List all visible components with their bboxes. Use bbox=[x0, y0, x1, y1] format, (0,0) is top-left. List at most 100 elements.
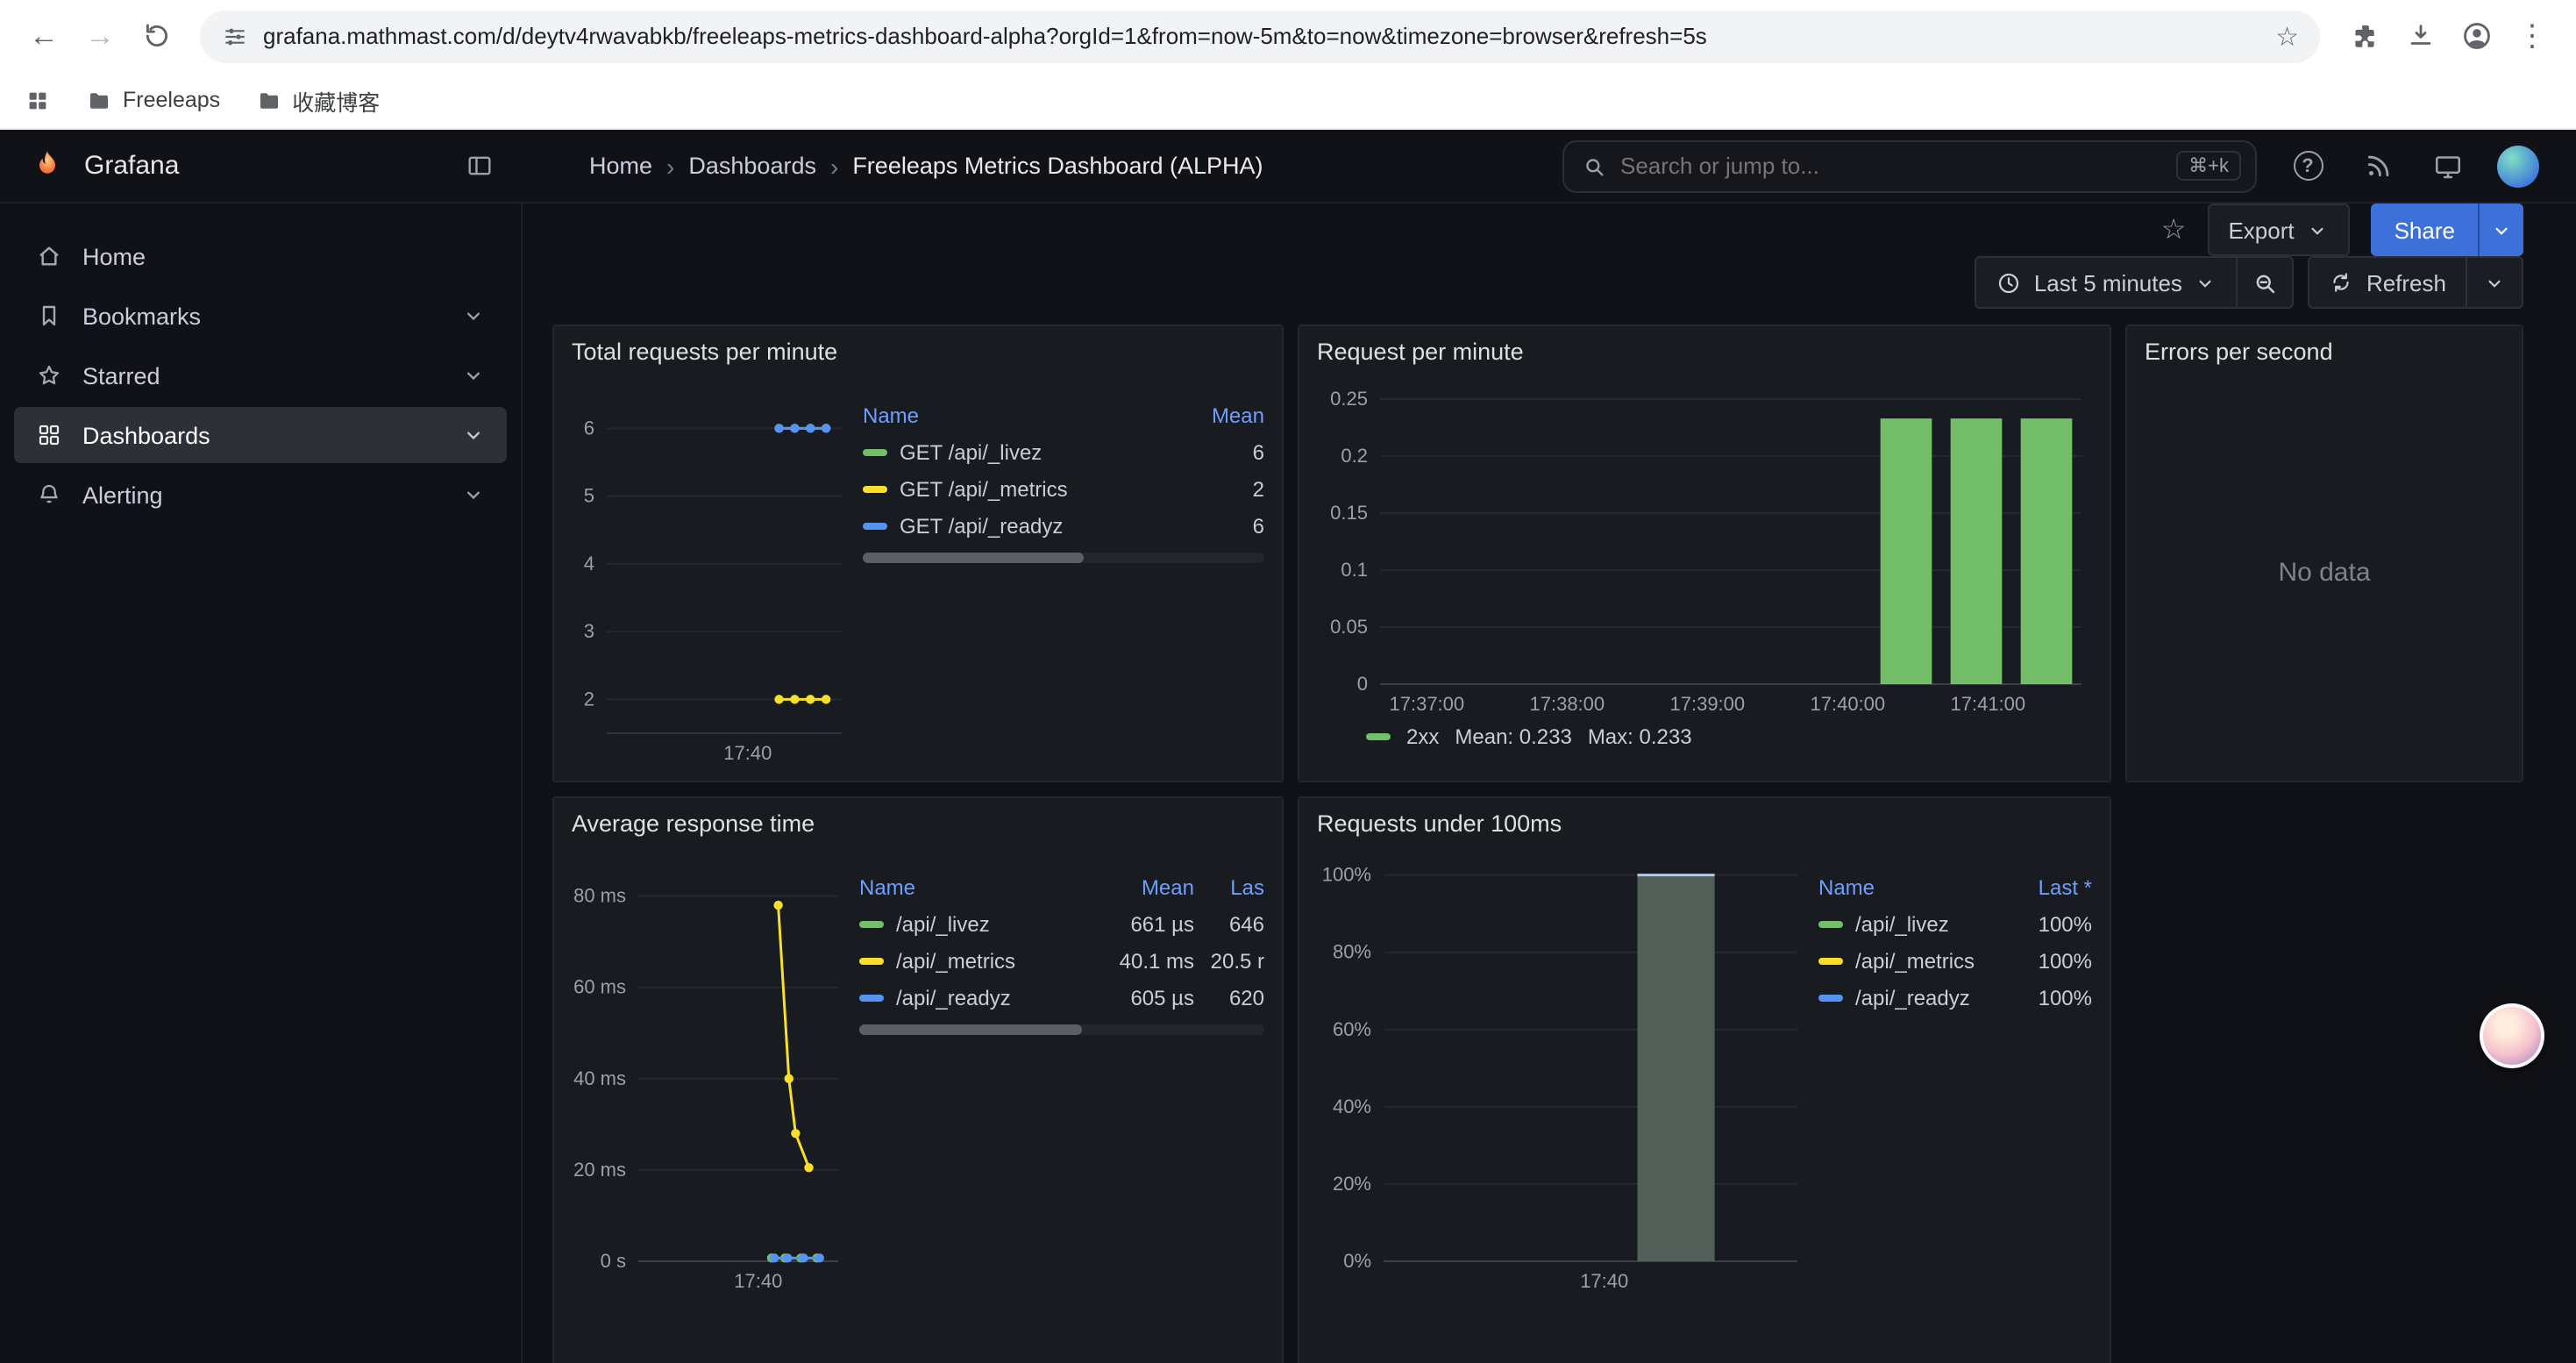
profile-avatar[interactable] bbox=[2450, 10, 2502, 62]
dashboard-actions: ☆ Export Share bbox=[523, 203, 2576, 256]
breadcrumb-home[interactable]: Home bbox=[589, 153, 652, 179]
legend-row[interactable]: GET /api/_readyz 6 bbox=[863, 507, 1264, 544]
grafana-logo[interactable] bbox=[28, 146, 67, 185]
sidebar-item-bookmarks[interactable]: Bookmarks bbox=[14, 288, 507, 344]
series-swatch bbox=[1818, 957, 1843, 964]
svg-text:0%: 0% bbox=[1343, 1250, 1371, 1272]
legend-header-mean[interactable]: Mean bbox=[1173, 403, 1264, 427]
back-icon[interactable]: ← bbox=[18, 10, 70, 62]
svg-text:0.1: 0.1 bbox=[1341, 559, 1368, 581]
avg-response-chart[interactable]: 80 ms60 ms40 ms20 ms0 s17:40 bbox=[572, 847, 849, 1296]
menu-icon[interactable]: ⋮ bbox=[2506, 10, 2558, 62]
svg-text:17:40:00: 17:40:00 bbox=[1811, 693, 1886, 715]
breadcrumb: Home › Dashboards › Freeleaps Metrics Da… bbox=[589, 152, 1263, 180]
legend-header-last[interactable]: Las bbox=[1194, 874, 1264, 899]
url-bar[interactable]: grafana.mathmast.com/d/deytv4rwavabkb/fr… bbox=[200, 10, 2320, 62]
legend-row[interactable]: /api/_readyz 100% bbox=[1818, 979, 2092, 1016]
legend-row[interactable]: GET /api/_livez 6 bbox=[863, 433, 1264, 470]
panel-title[interactable]: Requests under 100ms bbox=[1299, 798, 2110, 847]
chevron-down-icon bbox=[2490, 218, 2513, 241]
bookmark-star-icon[interactable]: ☆ bbox=[2275, 20, 2299, 52]
user-avatar[interactable] bbox=[2492, 139, 2544, 192]
legend-row[interactable]: /api/_metrics 100% bbox=[1818, 942, 2092, 979]
sidebar-item-label: Home bbox=[82, 243, 486, 269]
news-icon[interactable] bbox=[2352, 139, 2404, 192]
panel-title[interactable]: Total requests per minute bbox=[554, 326, 1282, 375]
scrollbar-thumb[interactable] bbox=[863, 553, 1084, 563]
panel-title[interactable]: Request per minute bbox=[1299, 326, 2110, 375]
legend-scrollbar bbox=[859, 1024, 1264, 1035]
series-swatch bbox=[1366, 733, 1391, 740]
legend-table: Name Mean GET /api/_livez 6 GET /api/_me… bbox=[852, 375, 1264, 770]
empty-grid-cell bbox=[2125, 796, 2523, 1363]
main-area: ☆ Export Share Last 5 minutes bbox=[523, 203, 2576, 1363]
request-per-minute-chart[interactable]: 0.250.20.150.10.05017:37:0017:38:0017:39… bbox=[1317, 375, 2092, 719]
legend-header-name[interactable]: Name bbox=[863, 403, 1173, 427]
panel-total-requests: Total requests per minute 6543217:40 Nam… bbox=[552, 325, 1284, 782]
refresh-button[interactable]: Refresh bbox=[2309, 256, 2467, 309]
apps-grid-icon[interactable] bbox=[25, 87, 51, 113]
svg-text:3: 3 bbox=[584, 620, 594, 642]
brand-name[interactable]: Grafana bbox=[84, 151, 447, 181]
extensions-icon[interactable] bbox=[2338, 10, 2390, 62]
search-box[interactable]: ⌘+k bbox=[1562, 139, 2257, 192]
svg-text:60 ms: 60 ms bbox=[573, 976, 626, 998]
forward-icon[interactable]: → bbox=[74, 10, 126, 62]
monitor-icon[interactable] bbox=[2422, 139, 2474, 192]
floating-assistant-avatar[interactable] bbox=[2480, 1003, 2544, 1068]
legend-row[interactable]: GET /api/_metrics 2 bbox=[863, 470, 1264, 507]
scrollbar-thumb[interactable] bbox=[859, 1024, 1082, 1035]
panel-title[interactable]: Average response time bbox=[554, 798, 1282, 847]
site-info-icon[interactable] bbox=[221, 22, 249, 50]
folder-icon bbox=[86, 87, 112, 113]
sidebar-item-dashboards[interactable]: Dashboards bbox=[14, 407, 507, 463]
svg-text:17:37:00: 17:37:00 bbox=[1390, 693, 1465, 715]
export-button[interactable]: Export bbox=[2207, 203, 2350, 256]
downloads-icon[interactable] bbox=[2394, 10, 2446, 62]
legend-row[interactable]: /api/_livez 661 µs 646 bbox=[859, 905, 1264, 942]
refresh-interval-dropdown[interactable] bbox=[2467, 256, 2523, 309]
legend-row[interactable]: /api/_livez 100% bbox=[1818, 905, 2092, 942]
svg-text:4: 4 bbox=[584, 553, 594, 574]
svg-text:17:40: 17:40 bbox=[723, 742, 772, 764]
series-swatch bbox=[863, 448, 887, 455]
svg-text:100%: 100% bbox=[1322, 864, 1371, 886]
reload-icon[interactable] bbox=[130, 10, 182, 62]
series-swatch bbox=[859, 957, 884, 964]
panel-request-per-minute: Request per minute 0.250.20.150.10.05017… bbox=[1298, 325, 2111, 782]
legend-scrollbar bbox=[863, 553, 1264, 563]
share-dropdown-button[interactable] bbox=[2478, 203, 2523, 256]
sidebar-item-label: Starred bbox=[82, 362, 442, 389]
viewport: ← → grafana.mathmast.com/d/deytv4rwavabk… bbox=[0, 0, 2576, 1363]
search-input[interactable] bbox=[1620, 153, 2162, 179]
breadcrumb-dashboards[interactable]: Dashboards bbox=[688, 153, 816, 179]
bookmark-folder-freeleaps[interactable]: Freeleaps bbox=[86, 87, 220, 113]
legend-row[interactable]: /api/_readyz 605 µs 620 bbox=[859, 979, 1264, 1016]
bookmark-folder-blogs[interactable]: 收藏博客 bbox=[255, 83, 380, 117]
time-range-button[interactable]: Last 5 minutes bbox=[1975, 256, 2238, 309]
legend-header-last[interactable]: Last * bbox=[2001, 874, 2092, 899]
series-swatch bbox=[859, 920, 884, 927]
legend-row[interactable]: /api/_metrics 40.1 ms 20.5 r bbox=[859, 942, 1264, 979]
dock-sidebar-icon[interactable] bbox=[465, 151, 495, 181]
sidebar-item-home[interactable]: Home bbox=[14, 228, 507, 284]
svg-text:17:39:00: 17:39:00 bbox=[1670, 693, 1746, 715]
app-body: Home Bookmarks Starred Dashboards Alerti… bbox=[0, 203, 2576, 1363]
panel-avg-response-time: Average response time 80 ms60 ms40 ms20 … bbox=[552, 796, 1284, 1363]
panel-title[interactable]: Errors per second bbox=[2127, 326, 2522, 375]
help-icon[interactable]: ? bbox=[2281, 139, 2334, 192]
sidebar-item-alerting[interactable]: Alerting bbox=[14, 467, 507, 523]
legend-table: Name Mean Las /api/_livez 661 µs 646 bbox=[849, 847, 1264, 1363]
legend-header-mean[interactable]: Mean bbox=[1103, 874, 1194, 899]
total-requests-chart[interactable]: 6543217:40 bbox=[572, 375, 852, 768]
favorite-dashboard-icon[interactable]: ☆ bbox=[2161, 212, 2187, 247]
zoom-out-button[interactable] bbox=[2238, 256, 2295, 309]
svg-text:20%: 20% bbox=[1333, 1173, 1371, 1195]
share-button[interactable]: Share bbox=[2372, 203, 2478, 256]
legend-line[interactable]: 2xx Mean: 0.233 Max: 0.233 bbox=[1317, 719, 2092, 754]
legend-header-name[interactable]: Name bbox=[859, 874, 1103, 899]
under-100ms-chart[interactable]: 100%80%60%40%20%0%17:40 bbox=[1317, 847, 1808, 1296]
sidebar-item-starred[interactable]: Starred bbox=[14, 347, 507, 403]
chevron-down-icon bbox=[461, 303, 486, 328]
legend-header-name[interactable]: Name bbox=[1818, 874, 2001, 899]
